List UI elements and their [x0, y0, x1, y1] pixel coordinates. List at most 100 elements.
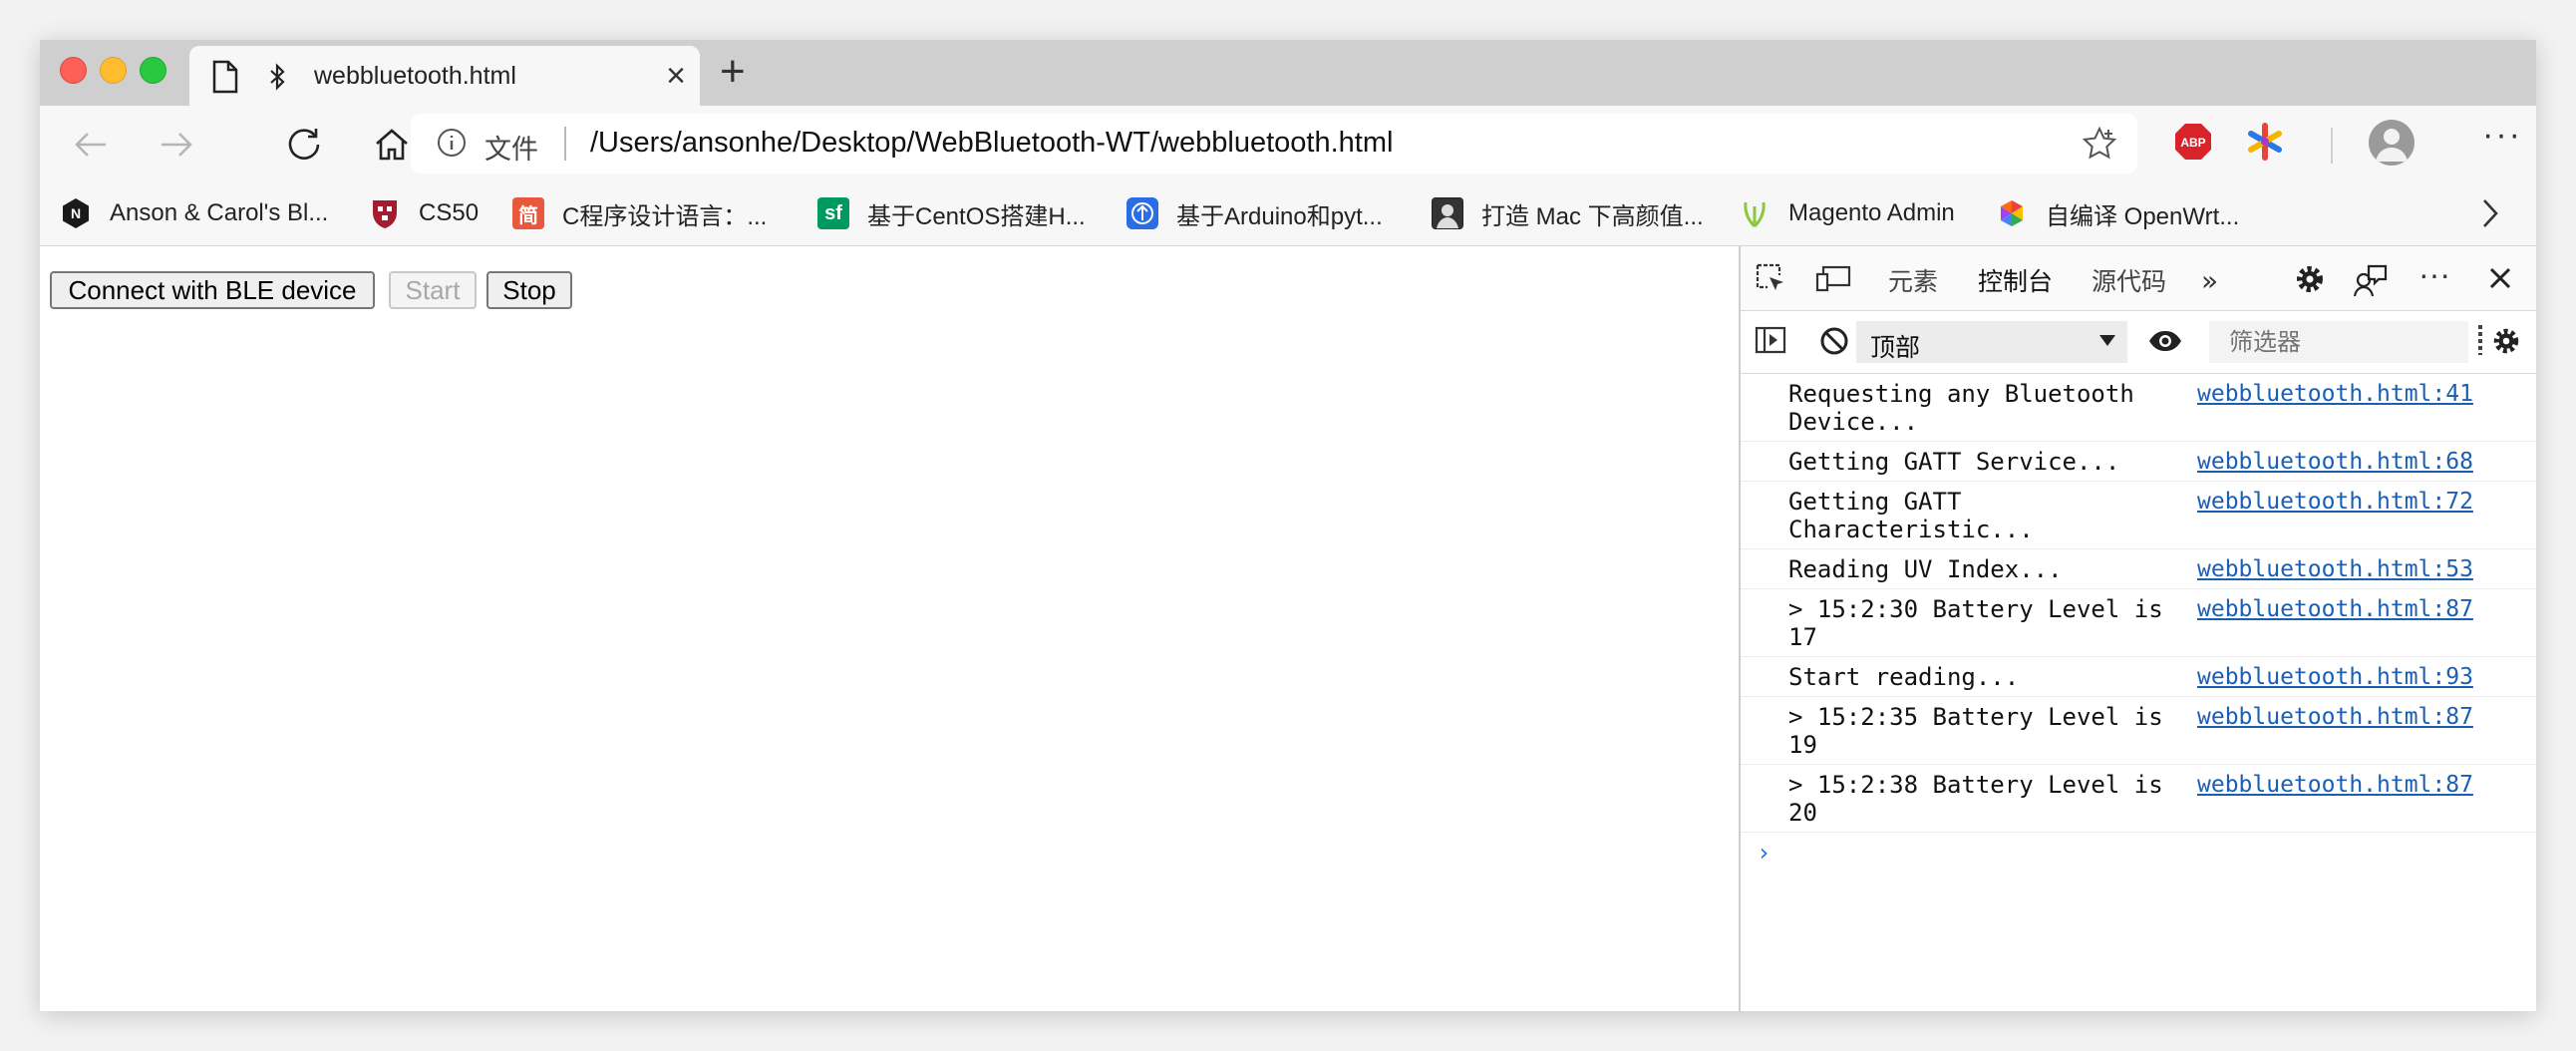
log-source-link[interactable]: webbluetooth.html:41 — [2197, 380, 2473, 408]
context-select[interactable]: 顶部 — [1856, 321, 2127, 363]
maximize-window-button[interactable] — [140, 57, 166, 84]
console-settings-gear-icon[interactable] — [2490, 325, 2522, 362]
browser-window: webbluetooth.html × + 文件 /Users/ansonhe/… — [40, 40, 2536, 1011]
log-text: Start reading... — [1788, 663, 2020, 691]
more-menu-icon[interactable]: ··· — [2482, 116, 2522, 155]
bookmark-item[interactable]: CS50 — [369, 195, 479, 231]
tab-sources[interactable]: 源代码 — [2092, 262, 2166, 298]
toolbar-divider — [2331, 128, 2333, 164]
active-tab[interactable]: webbluetooth.html × — [189, 46, 700, 106]
devtools-more-icon[interactable]: ··· — [2418, 256, 2450, 293]
start-button[interactable]: Start — [389, 271, 477, 309]
bookmark-item[interactable]: Magento Admin — [1739, 195, 1955, 231]
bookmark-label: 基于CentOS搭建H... — [867, 202, 1086, 230]
adblock-extension-icon[interactable]: ABP — [2173, 122, 2213, 167]
svg-text:N: N — [71, 205, 81, 221]
dropdown-arrow-icon — [2099, 335, 2115, 346]
close-tab-icon[interactable]: × — [666, 56, 686, 96]
more-tabs-icon[interactable]: » — [2201, 264, 2218, 297]
new-tab-button[interactable]: + — [720, 48, 746, 96]
live-expression-eye-icon[interactable] — [2147, 329, 2183, 358]
bluetooth-icon — [269, 63, 287, 96]
close-window-button[interactable] — [60, 57, 87, 84]
address-bar[interactable]: 文件 /Users/ansonhe/Desktop/WebBluetooth-W… — [411, 114, 2137, 174]
notion-hex-icon: N — [60, 197, 92, 229]
log-text: > 15:2:30 Battery Level is 17 — [1788, 595, 2163, 651]
minimize-window-button[interactable] — [100, 57, 127, 84]
log-source-link[interactable]: webbluetooth.html:87 — [2197, 703, 2473, 731]
sidebar-toggle-icon[interactable] — [1755, 325, 1786, 360]
bookmark-item[interactable]: 简 C程序设计语言：... — [512, 195, 767, 231]
page-viewport: Connect with BLE device Start Stop — [40, 246, 1739, 1011]
log-source-link[interactable]: webbluetooth.html:87 — [2197, 771, 2473, 799]
arduino-icon — [1127, 197, 1158, 229]
refresh-icon — [288, 129, 320, 160]
harvard-shield-icon — [369, 197, 401, 229]
issues-indicator-icon[interactable] — [2478, 325, 2482, 355]
url-text[interactable]: /Users/ansonhe/Desktop/WebBluetooth-WT/w… — [590, 127, 1393, 160]
bookmark-item[interactable]: 自编译 OpenWrt... — [1996, 195, 2239, 231]
console-message: Requesting any Bluetooth Device... webbl… — [1741, 374, 2536, 442]
settings-gear-icon[interactable] — [2293, 262, 2327, 301]
inspect-element-icon[interactable] — [1755, 262, 1788, 301]
favorite-star-icon[interactable] — [2082, 126, 2117, 167]
log-text: Reading UV Index... — [1788, 555, 2063, 583]
svg-text:ABP: ABP — [2180, 136, 2205, 150]
tab-title: webbluetooth.html — [314, 62, 516, 90]
device-emulation-icon[interactable] — [1814, 262, 1852, 299]
avatar-photo-icon — [1432, 197, 1463, 229]
console-filter-input[interactable] — [2209, 321, 2468, 363]
forward-arrow-icon — [161, 133, 192, 157]
log-text: Getting GATT Service... — [1788, 448, 2120, 476]
console-input-row[interactable]: › — [1741, 833, 2536, 882]
tab-console[interactable]: 控制台 — [1971, 262, 2060, 316]
console-message: Reading UV Index... webbluetooth.html:53 — [1741, 549, 2536, 589]
profile-avatar[interactable] — [2369, 120, 2415, 166]
back-arrow-icon — [75, 133, 106, 157]
log-text: Requesting any Bluetooth Device... — [1788, 380, 2134, 436]
tab-elements[interactable]: 元素 — [1888, 262, 1938, 298]
clear-console-icon[interactable] — [1818, 325, 1850, 362]
chevron-right-icon[interactable] — [2480, 197, 2500, 234]
feedback-icon[interactable] — [2353, 262, 2389, 303]
bookmark-item[interactable]: sf 基于CentOS搭建H... — [817, 195, 1086, 231]
back-button[interactable] — [66, 120, 116, 170]
stop-button[interactable]: Stop — [486, 271, 572, 309]
home-icon — [376, 129, 408, 161]
toolbar: 文件 /Users/ansonhe/Desktop/WebBluetooth-W… — [40, 106, 2536, 183]
log-source-link[interactable]: webbluetooth.html:53 — [2197, 555, 2473, 583]
bookmark-label: CS50 — [419, 199, 480, 226]
console-prompt-icon: › — [1757, 839, 1771, 867]
bookmark-item[interactable]: 打造 Mac 下高颜值... — [1432, 195, 1704, 231]
address-separator — [564, 127, 566, 161]
tab-strip: webbluetooth.html × + — [40, 40, 2536, 106]
bookmark-label: C程序设计语言：... — [562, 202, 768, 230]
connect-ble-button[interactable]: Connect with BLE device — [50, 271, 375, 309]
log-source-link[interactable]: webbluetooth.html:68 — [2197, 448, 2473, 476]
document-icon — [211, 60, 239, 99]
bookmark-label: Magento Admin — [1788, 199, 1955, 226]
bookmark-label: Anson & Carol's Bl... — [110, 199, 329, 226]
leaf-icon — [1739, 197, 1771, 229]
home-button[interactable] — [367, 120, 417, 170]
log-source-link[interactable]: webbluetooth.html:72 — [2197, 488, 2473, 516]
console-message: Getting GATT Characteristic... webblueto… — [1741, 482, 2536, 549]
context-value: 顶部 — [1870, 334, 1921, 362]
devtools-tab-bar: 元素 控制台 源代码 » ··· — [1741, 246, 2536, 316]
log-source-link[interactable]: webbluetooth.html:87 — [2197, 595, 2473, 623]
bookmark-item[interactable]: N Anson & Carol's Bl... — [60, 195, 328, 231]
close-devtools-icon[interactable] — [2488, 266, 2512, 295]
log-text: Getting GATT Characteristic... — [1788, 488, 2034, 543]
pinwheel-extension-icon[interactable] — [2245, 122, 2285, 167]
bookmark-label: 自编译 OpenWrt... — [2046, 202, 2240, 230]
log-source-link[interactable]: webbluetooth.html:93 — [2197, 663, 2473, 691]
console-message: > 15:2:30 Battery Level is 17 webbluetoo… — [1741, 589, 2536, 657]
info-icon[interactable] — [437, 128, 467, 163]
bookmark-item[interactable]: 基于Arduino和pyt... — [1127, 195, 1383, 231]
colorful-hex-icon — [1996, 197, 2028, 229]
forward-button[interactable] — [152, 120, 201, 170]
refresh-button[interactable] — [279, 120, 329, 170]
log-text: > 15:2:38 Battery Level is 20 — [1788, 771, 2163, 827]
console-message: Getting GATT Service... webbluetooth.htm… — [1741, 442, 2536, 482]
security-label: 文件 — [484, 135, 538, 165]
